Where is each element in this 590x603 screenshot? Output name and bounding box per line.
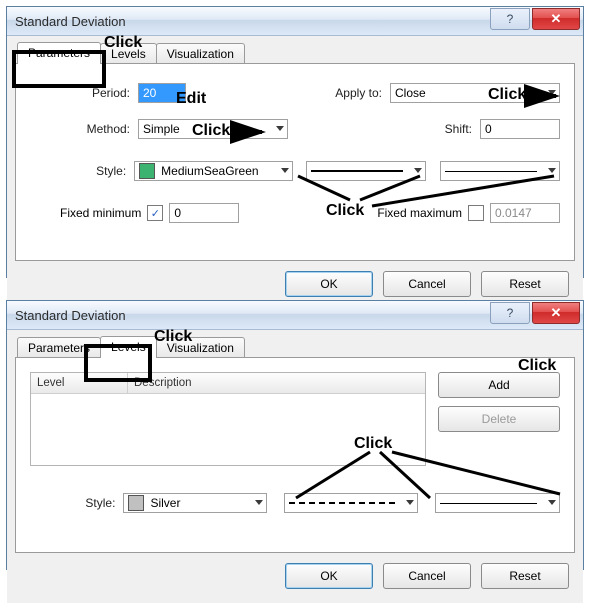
applyto-value: Close (395, 86, 426, 100)
list-header: Level Description (31, 373, 425, 394)
style-label: Style: (30, 496, 123, 510)
method-value: Simple (143, 122, 180, 136)
fixedmax-input[interactable] (490, 203, 560, 223)
cancel-button[interactable]: Cancel (383, 271, 471, 297)
levels-list[interactable]: Level Description (30, 372, 426, 466)
tab-levels[interactable]: Levels (100, 336, 157, 358)
button-row: OK Cancel Reset (15, 553, 575, 595)
side-buttons: Add Delete (438, 372, 560, 466)
shift-label: Shift: (402, 122, 480, 136)
line-width-icon (440, 503, 537, 504)
reset-button[interactable]: Reset (481, 271, 569, 297)
fixedmax-label: Fixed maximum (377, 206, 462, 220)
period-label: Period: (30, 86, 138, 100)
help-button[interactable]: ? (490, 8, 530, 30)
tab-parameters[interactable]: Parameters (17, 337, 101, 358)
col-description: Description (128, 377, 192, 389)
style-color-combo[interactable]: MediumSeaGreen (134, 161, 293, 181)
period-input[interactable] (138, 83, 186, 103)
shift-input[interactable] (480, 119, 560, 139)
close-icon: ✕ (551, 305, 562, 321)
dialog-parameters: Standard Deviation ? ✕ Parameters Levels… (6, 6, 584, 278)
help-button[interactable]: ? (490, 302, 530, 324)
panel-levels: Level Description Add Delete Style: Silv… (15, 357, 575, 553)
style-width-combo[interactable] (440, 161, 560, 181)
chevron-down-icon (548, 90, 556, 95)
style-line-combo[interactable] (306, 161, 426, 181)
titlebar: Standard Deviation ? ✕ (7, 7, 583, 36)
style-color-name: Silver (150, 496, 180, 510)
dialog-title: Standard Deviation (15, 14, 126, 29)
chevron-down-icon (414, 168, 422, 173)
panel-parameters: Period: Apply to: Close Method: Simple S… (15, 63, 575, 261)
fixedmin-label: Fixed minimum (60, 206, 141, 220)
chevron-down-icon (548, 168, 556, 173)
reset-button[interactable]: Reset (481, 563, 569, 589)
line-solid-icon (311, 170, 403, 172)
style-line-combo[interactable] (284, 493, 418, 513)
style-width-combo[interactable] (435, 493, 560, 513)
chevron-down-icon (255, 500, 263, 505)
method-label: Method: (30, 122, 138, 136)
tab-strip: Parameters Levels Visualization (17, 42, 575, 64)
dialog-body: Parameters Levels Visualization Period: … (7, 36, 583, 311)
chevron-down-icon (406, 500, 414, 505)
tab-strip: Parameters Levels Visualization (17, 336, 575, 358)
titlebar: Standard Deviation ? ✕ (7, 301, 583, 330)
chevron-down-icon (281, 168, 289, 173)
style-label: Style: (30, 164, 134, 178)
dialog-levels: Standard Deviation ? ✕ Parameters Levels… (6, 300, 584, 570)
method-combo[interactable]: Simple (138, 119, 288, 139)
delete-button[interactable]: Delete (438, 406, 560, 432)
fixedmax-checkbox[interactable] (468, 205, 484, 221)
tab-parameters[interactable]: Parameters (17, 42, 101, 64)
cancel-button[interactable]: Cancel (383, 563, 471, 589)
color-swatch (139, 163, 155, 179)
tab-visualization[interactable]: Visualization (156, 43, 245, 64)
button-row: OK Cancel Reset (15, 261, 575, 303)
line-width-icon (445, 171, 537, 172)
close-button[interactable]: ✕ (532, 302, 580, 324)
dialog-title: Standard Deviation (15, 308, 126, 323)
applyto-combo[interactable]: Close (390, 83, 560, 103)
line-dashed-icon (289, 502, 395, 504)
help-icon: ? (507, 306, 514, 320)
dialog-body: Parameters Levels Visualization Level De… (7, 330, 583, 603)
fixedmin-input[interactable] (169, 203, 239, 223)
help-icon: ? (507, 12, 514, 26)
ok-button[interactable]: OK (285, 563, 373, 589)
style-color-combo[interactable]: Silver (123, 493, 267, 513)
applyto-label: Apply to: (312, 86, 390, 100)
ok-button[interactable]: OK (285, 271, 373, 297)
close-icon: ✕ (551, 11, 562, 27)
tab-levels[interactable]: Levels (100, 43, 157, 64)
col-level: Level (31, 373, 128, 393)
chevron-down-icon (548, 500, 556, 505)
tab-visualization[interactable]: Visualization (156, 337, 245, 358)
color-swatch (128, 495, 144, 511)
add-button[interactable]: Add (438, 372, 560, 398)
close-button[interactable]: ✕ (532, 8, 580, 30)
style-color-name: MediumSeaGreen (161, 164, 258, 178)
fixedmin-checkbox[interactable]: ✓ (147, 205, 163, 221)
chevron-down-icon (276, 126, 284, 131)
